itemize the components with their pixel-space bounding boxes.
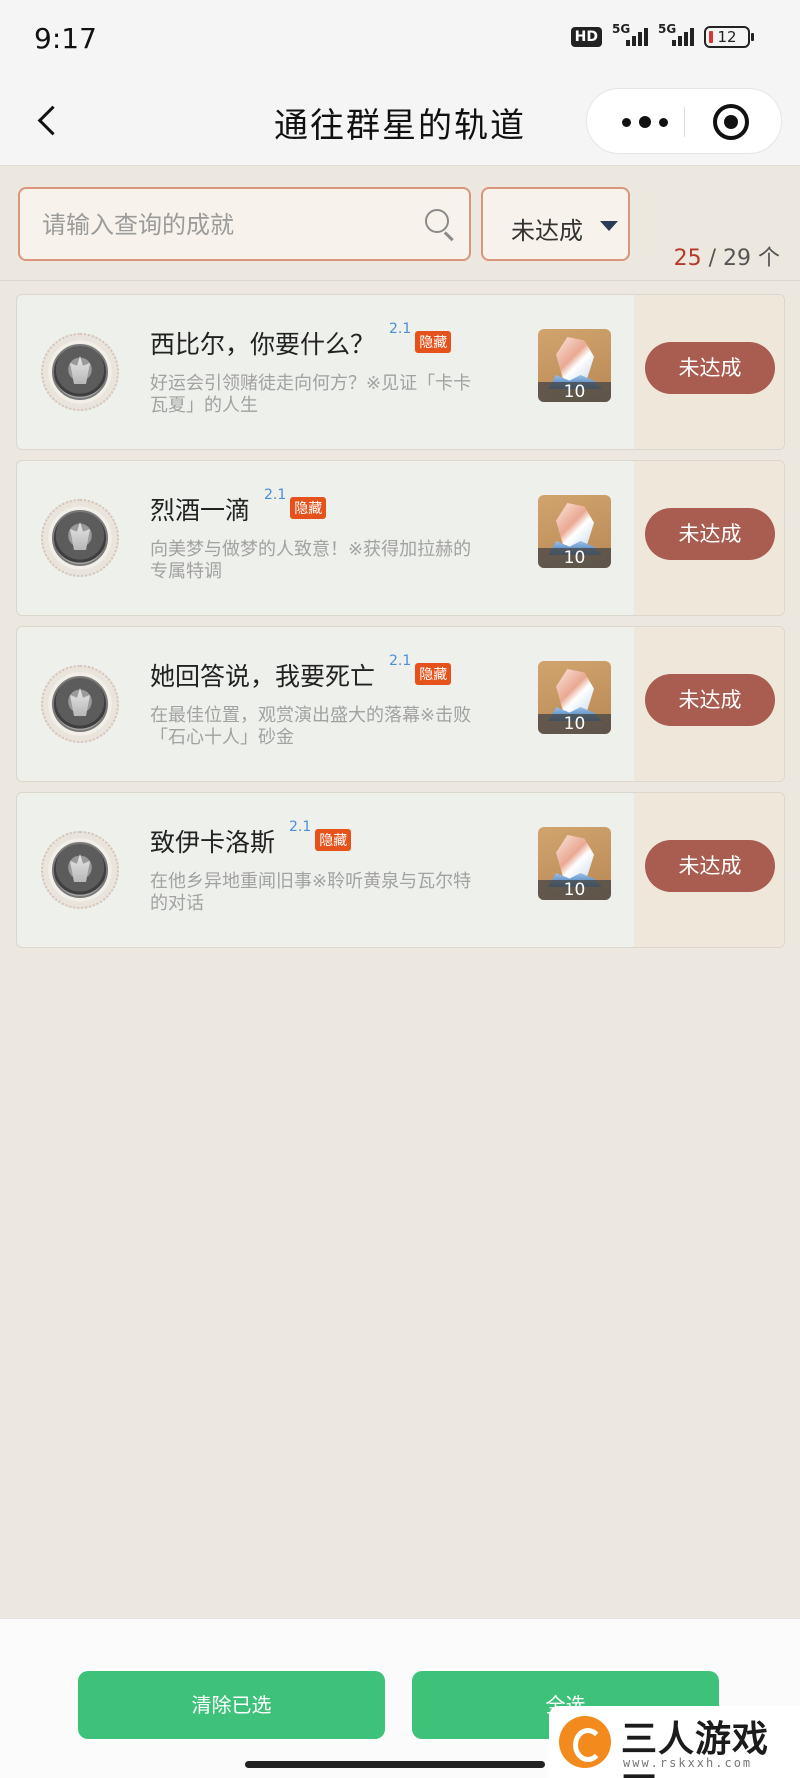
version-label: 2.1 <box>389 321 412 337</box>
status-bar: 9:17 HD 5G 5G 12 <box>0 0 800 78</box>
search-input[interactable] <box>42 207 402 243</box>
close-miniprogram-icon[interactable] <box>713 104 749 140</box>
count-total: / 29 个 <box>708 246 780 271</box>
achievement-title-line: 烈酒一滴 2.1 隐藏 <box>150 487 327 527</box>
achievement-title: 西比尔，你要什么？ <box>150 330 376 359</box>
filter-divider <box>0 280 800 281</box>
home-indicator[interactable] <box>245 1761 545 1768</box>
version-label: 2.1 <box>289 819 312 835</box>
achievement-count: 25 / 29 个 <box>674 240 780 272</box>
search-icon[interactable] <box>425 209 455 241</box>
achievement-description: 在他乡异地重闻旧事※聆听黄泉与瓦尔特的对话 <box>150 871 472 914</box>
hidden-tag: 隐藏 <box>415 663 452 685</box>
signal-icon: 5G <box>612 22 648 46</box>
achievement-title: 致伊卡洛斯 <box>150 828 276 857</box>
achievement-badge-icon <box>41 499 119 577</box>
achievement-title-line: 西比尔，你要什么？ 2.1 隐藏 <box>150 321 452 361</box>
reward-quantity: 10 <box>538 548 611 568</box>
hidden-tag: 隐藏 <box>315 829 352 851</box>
status-filter-select[interactable]: 未达成 <box>481 187 630 261</box>
clear-selected-button[interactable]: 清除已选 <box>78 1671 385 1739</box>
signal-icon-2: 5G <box>658 22 694 46</box>
watermark-logo-icon <box>559 1716 611 1768</box>
stellar-jade-icon <box>556 503 594 547</box>
achievement-card[interactable]: 致伊卡洛斯 2.1 隐藏 在他乡异地重闻旧事※聆听黄泉与瓦尔特的对话 10 未达… <box>16 792 785 948</box>
battery-icon: 12 <box>704 26 754 48</box>
achievement-title: 她回答说，我要死亡 <box>150 662 376 691</box>
search-box <box>18 187 471 261</box>
hidden-tag: 隐藏 <box>290 497 327 519</box>
achievement-description: 在最佳位置，观赏演出盛大的落幕※击败「石心十人」砂金 <box>150 705 472 748</box>
achievement-badge-icon <box>41 333 119 411</box>
watermark-url: www.rskxxh.com <box>623 1756 753 1770</box>
nav-bar: 通往群星的轨道 <box>0 78 800 166</box>
achievement-description: 向美梦与做梦的人致意！※获得加拉赫的专属特调 <box>150 539 472 582</box>
reward-quantity: 10 <box>538 382 611 402</box>
stellar-jade-icon <box>556 337 594 381</box>
miniprogram-capsule <box>586 88 782 154</box>
reward-item: 10 <box>538 661 611 734</box>
stellar-jade-icon <box>556 835 594 879</box>
reward-quantity: 10 <box>538 714 611 734</box>
reward-item: 10 <box>538 827 611 900</box>
achievement-badge-icon <box>41 831 119 909</box>
status-button[interactable]: 未达成 <box>645 342 775 394</box>
version-label: 2.1 <box>389 653 412 669</box>
status-button[interactable]: 未达成 <box>645 674 775 726</box>
count-current: 25 <box>673 246 702 271</box>
achievement-card[interactable]: 西比尔，你要什么？ 2.1 隐藏 好运会引领赌徒走向何方？※见证「卡卡瓦夏」的人… <box>16 294 785 450</box>
achievement-list: 西比尔，你要什么？ 2.1 隐藏 好运会引领赌徒走向何方？※见证「卡卡瓦夏」的人… <box>16 294 785 958</box>
dropdown-caret-icon <box>600 221 618 231</box>
status-icons: HD 5G 5G 12 <box>570 22 754 48</box>
version-label: 2.1 <box>264 487 287 503</box>
status-button[interactable]: 未达成 <box>645 840 775 892</box>
site-watermark: 三人游戏网 www.rskxxh.com <box>549 1706 800 1778</box>
stellar-jade-icon <box>556 669 594 713</box>
achievement-description: 好运会引领赌徒走向何方？※见证「卡卡瓦夏」的人生 <box>150 373 472 416</box>
more-icon[interactable] <box>615 111 675 133</box>
hd-icon: HD <box>570 27 602 47</box>
reward-quantity: 10 <box>538 880 611 900</box>
capsule-divider <box>684 107 685 137</box>
achievement-card[interactable]: 她回答说，我要死亡 2.1 隐藏 在最佳位置，观赏演出盛大的落幕※击败「石心十人… <box>16 626 785 782</box>
achievement-badge-icon <box>41 665 119 743</box>
achievement-title: 烈酒一滴 <box>150 496 251 525</box>
status-button[interactable]: 未达成 <box>645 508 775 560</box>
status-time: 9:17 <box>34 22 97 55</box>
achievement-title-line: 致伊卡洛斯 2.1 隐藏 <box>150 819 352 859</box>
hidden-tag: 隐藏 <box>415 331 452 353</box>
reward-item: 10 <box>538 329 611 402</box>
reward-item: 10 <box>538 495 611 568</box>
status-filter-value: 未达成 <box>511 217 583 245</box>
achievement-card[interactable]: 烈酒一滴 2.1 隐藏 向美梦与做梦的人致意！※获得加拉赫的专属特调 10 未达… <box>16 460 785 616</box>
achievement-title-line: 她回答说，我要死亡 2.1 隐藏 <box>150 653 452 693</box>
